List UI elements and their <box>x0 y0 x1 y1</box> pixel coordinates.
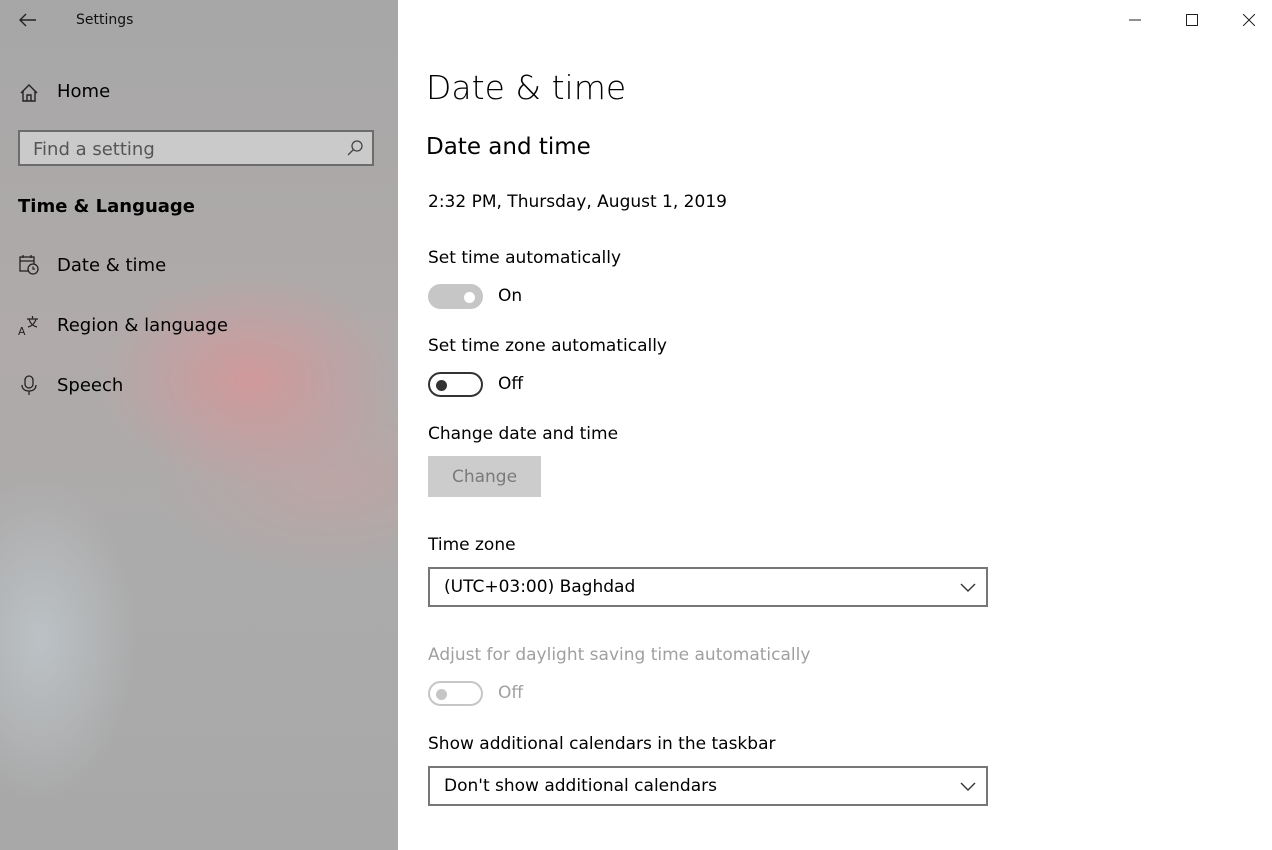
daylight-saving-toggle[interactable] <box>428 681 483 706</box>
additional-calendars-value: Don't show additional calendars <box>444 776 717 796</box>
calendar-clock-icon <box>19 255 39 275</box>
back-button[interactable] <box>14 6 42 34</box>
main-content: Date & time Date and time 2:32 PM, Thurs… <box>398 0 1272 850</box>
sidebar-item-label: Date & time <box>57 255 167 276</box>
sidebar-section-title: Time & Language <box>18 196 196 217</box>
svg-text:A: A <box>18 325 26 336</box>
set-timezone-auto-state: Off <box>498 374 524 394</box>
change-button[interactable]: Change <box>428 456 541 497</box>
minimize-button[interactable] <box>1106 0 1163 40</box>
page-title: Date & time <box>426 68 627 107</box>
set-timezone-auto-label: Set time zone automatically <box>428 336 667 356</box>
set-time-auto-label: Set time automatically <box>428 248 622 268</box>
sidebar-item-home[interactable]: Home <box>0 72 398 112</box>
search-input[interactable] <box>20 132 345 166</box>
search-box <box>18 130 374 166</box>
time-zone-value: (UTC+03:00) Baghdad <box>444 577 636 597</box>
section-title: Date and time <box>426 134 591 160</box>
set-time-auto-state: On <box>498 286 523 306</box>
sidebar-item-label: Speech <box>57 375 124 396</box>
time-zone-label: Time zone <box>428 535 516 555</box>
back-arrow-icon <box>19 13 36 27</box>
close-icon <box>1242 14 1255 26</box>
toggle-knob <box>436 380 447 391</box>
minimize-icon <box>1128 19 1141 21</box>
set-time-auto-toggle[interactable] <box>428 284 483 309</box>
set-timezone-auto-toggle[interactable] <box>428 372 483 397</box>
time-zone-dropdown[interactable]: (UTC+03:00) Baghdad <box>428 567 988 607</box>
toggle-knob <box>436 689 447 700</box>
maximize-icon <box>1185 14 1198 26</box>
sidebar-item-region-language[interactable]: A Region & language <box>0 304 398 348</box>
chevron-down-icon <box>960 583 976 592</box>
daylight-saving-label: Adjust for daylight saving time automati… <box>428 645 811 665</box>
search-icon[interactable] <box>346 139 364 157</box>
language-icon: A <box>18 316 38 336</box>
current-datetime: 2:32 PM, Thursday, August 1, 2019 <box>428 192 727 212</box>
app-title: Settings <box>76 12 134 28</box>
home-icon <box>20 84 38 102</box>
microphone-icon <box>21 375 37 395</box>
sidebar: Settings Home Time & Language Date & tim… <box>0 0 398 850</box>
sidebar-item-label: Region & language <box>57 315 228 336</box>
sidebar-item-speech[interactable]: Speech <box>0 364 398 408</box>
toggle-knob <box>464 292 475 303</box>
additional-calendars-label: Show additional calendars in the taskbar <box>428 734 776 754</box>
sidebar-item-label: Home <box>57 81 111 102</box>
sidebar-item-date-time[interactable]: Date & time <box>0 244 398 288</box>
close-button[interactable] <box>1220 0 1272 40</box>
daylight-saving-state: Off <box>498 683 524 703</box>
additional-calendars-dropdown[interactable]: Don't show additional calendars <box>428 766 988 806</box>
maximize-button[interactable] <box>1163 0 1220 40</box>
change-datetime-label: Change date and time <box>428 424 619 444</box>
chevron-down-icon <box>960 782 976 791</box>
